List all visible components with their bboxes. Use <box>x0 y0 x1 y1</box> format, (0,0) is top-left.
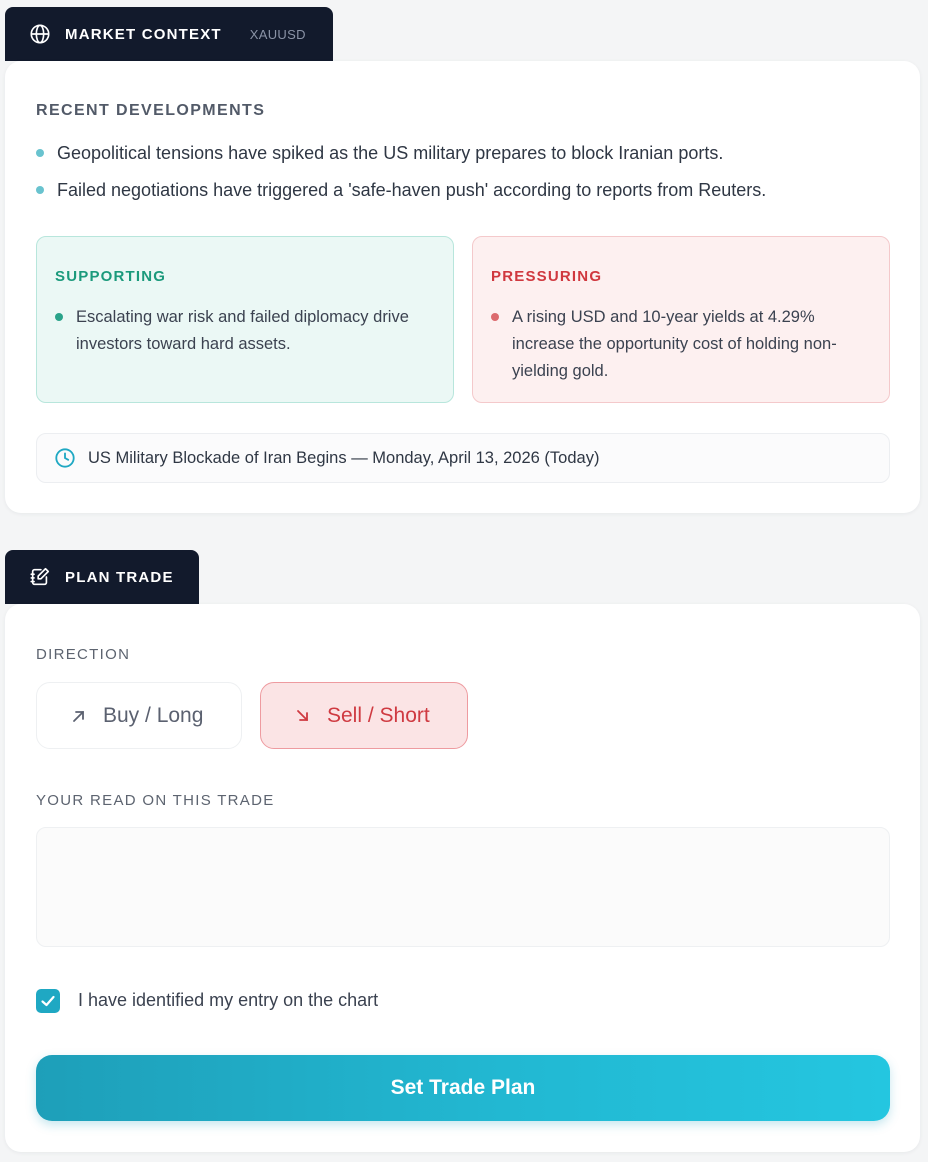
arrow-down-right-icon <box>295 708 311 724</box>
bullet-dot <box>491 313 499 321</box>
market-context-title: MARKET CONTEXT <box>65 25 222 43</box>
arrow-up-right-icon <box>71 708 87 724</box>
sell-short-label: Sell / Short <box>327 703 430 727</box>
plan-trade-tab: PLAN TRADE <box>5 550 199 604</box>
event-banner: US Military Blockade of Iran Begins — Mo… <box>36 433 890 483</box>
supporting-title: SUPPORTING <box>55 268 167 285</box>
clock-icon <box>54 447 76 469</box>
pressuring-text: A rising USD and 10-year yields at 4.29%… <box>512 308 837 380</box>
check-icon <box>40 993 56 1009</box>
developments-list: Geopolitical tensions have spiked as the… <box>36 143 766 217</box>
entry-checkbox-label[interactable]: I have identified my entry on the chart <box>78 990 378 1011</box>
sell-short-button[interactable]: Sell / Short <box>260 682 468 749</box>
bullet-dot <box>36 149 44 157</box>
pressuring-title: PRESSURING <box>491 268 603 285</box>
globe-icon <box>29 23 51 45</box>
market-context-card: RECENT DEVELOPMENTS Geopolitical tension… <box>5 61 920 513</box>
supporting-box: SUPPORTING Escalating war risk and faile… <box>36 236 454 403</box>
list-item: Failed negotiations have triggered a 'sa… <box>36 180 766 217</box>
bullet-dot <box>36 186 44 194</box>
plan-trade-title: PLAN TRADE <box>65 568 174 586</box>
market-context-tab: MARKET CONTEXT XAUUSD <box>5 7 333 61</box>
plan-trade-card: DIRECTION Buy / Long Sell / Short YOUR R… <box>5 604 920 1152</box>
list-item: Geopolitical tensions have spiked as the… <box>36 143 766 180</box>
trade-read-label: YOUR READ ON THIS TRADE <box>36 792 275 809</box>
direction-label: DIRECTION <box>36 646 131 663</box>
notebook-edit-icon <box>29 566 51 588</box>
entry-checkbox[interactable] <box>36 989 60 1013</box>
buy-long-button[interactable]: Buy / Long <box>36 682 242 749</box>
event-text: US Military Blockade of Iran Begins — Mo… <box>88 448 600 467</box>
bullet-dot <box>55 313 63 321</box>
symbol-label: XAUUSD <box>249 26 306 42</box>
trade-read-input[interactable] <box>36 827 890 947</box>
recent-developments-label: RECENT DEVELOPMENTS <box>36 102 266 119</box>
supporting-text: Escalating war risk and failed diplomacy… <box>76 308 409 353</box>
pressuring-box: PRESSURING A rising USD and 10-year yiel… <box>472 236 890 403</box>
set-trade-plan-button[interactable]: Set Trade Plan <box>36 1055 890 1121</box>
buy-long-label: Buy / Long <box>103 703 204 727</box>
